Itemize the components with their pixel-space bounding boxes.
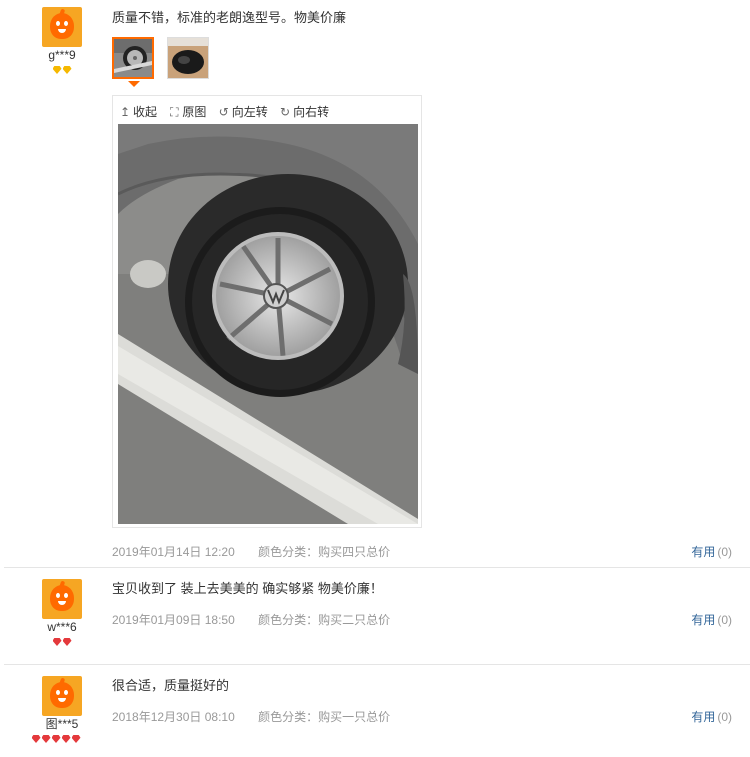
user-block: g***9 <box>42 7 82 75</box>
avatar[interactable] <box>42 7 82 47</box>
useful-button[interactable]: 有用 (0) <box>691 708 732 725</box>
review-date: 2019年01月09日 18:50 <box>112 613 235 627</box>
arrow-up-icon: ↥ <box>119 105 131 119</box>
user-block: w***6 <box>42 579 82 647</box>
username: g***9 <box>48 48 76 62</box>
useful-button[interactable]: 有用 (0) <box>691 543 732 560</box>
rotate-left-icon: ↺ <box>218 105 229 119</box>
review-item: 图***5 很合适，质量挺好的 2018年12月30日 08:10 颜色分类：购… <box>0 665 750 757</box>
sku-info: 颜色分类：购买二只总价 <box>258 613 391 627</box>
review-meta: 2018年12月30日 08:10 颜色分类：购买一只总价 <box>112 708 390 725</box>
expand-icon: ⛶ <box>170 105 179 119</box>
user-level-badge <box>30 734 82 744</box>
original-image-button[interactable]: ⛶ 原图 <box>168 103 206 120</box>
thumbnail-pointer <box>128 81 140 87</box>
rotate-right-button[interactable]: ↻ 向右转 <box>279 103 329 120</box>
sku-info: 颜色分类：购买一只总价 <box>258 710 391 724</box>
review-meta: 2019年01月09日 18:50 颜色分类：购买二只总价 <box>112 611 390 628</box>
user-block: 图***5 <box>31 676 82 744</box>
useful-button[interactable]: 有用 (0) <box>691 611 732 628</box>
review-text: 宝贝收到了 装上去美美的 确实够紧 物美价廉！ <box>112 581 383 596</box>
user-level-badge <box>42 65 82 75</box>
viewer-toolbar: ↥ 收起 ⛶ 原图 ↺ 向左转 ↻ 向右转 <box>119 103 337 120</box>
username: 图***5 <box>45 717 79 731</box>
thumbnail-image[interactable] <box>112 37 154 79</box>
review-item: g***9 质量不错，标准的老朗逸型号。物美价廉 ↥ 收起 ⛶ 原图 ↺ 向左转… <box>0 0 750 568</box>
review-date: 2019年01月14日 12:20 <box>112 545 235 559</box>
avatar[interactable] <box>42 676 82 716</box>
image-viewer: ↥ 收起 ⛶ 原图 ↺ 向左转 ↻ 向右转 <box>112 95 422 528</box>
review-photo[interactable] <box>118 124 418 524</box>
rotate-left-button[interactable]: ↺ 向左转 <box>218 103 268 120</box>
avatar[interactable] <box>42 579 82 619</box>
review-item: w***6 宝贝收到了 装上去美美的 确实够紧 物美价廉！ 2019年01月09… <box>0 568 750 665</box>
user-level-badge <box>42 637 82 647</box>
review-date: 2018年12月30日 08:10 <box>112 710 235 724</box>
collapse-button[interactable]: ↥ 收起 <box>119 103 157 120</box>
review-meta: 2019年01月14日 12:20 颜色分类：购买四只总价 <box>112 543 390 560</box>
sku-info: 颜色分类：购买四只总价 <box>258 545 391 559</box>
username: w***6 <box>47 620 77 634</box>
thumbnail-image[interactable] <box>167 37 209 79</box>
review-text: 很合适，质量挺好的 <box>112 678 230 693</box>
rotate-right-icon: ↻ <box>280 105 291 119</box>
review-text: 质量不错，标准的老朗逸型号。物美价廉 <box>112 10 347 25</box>
